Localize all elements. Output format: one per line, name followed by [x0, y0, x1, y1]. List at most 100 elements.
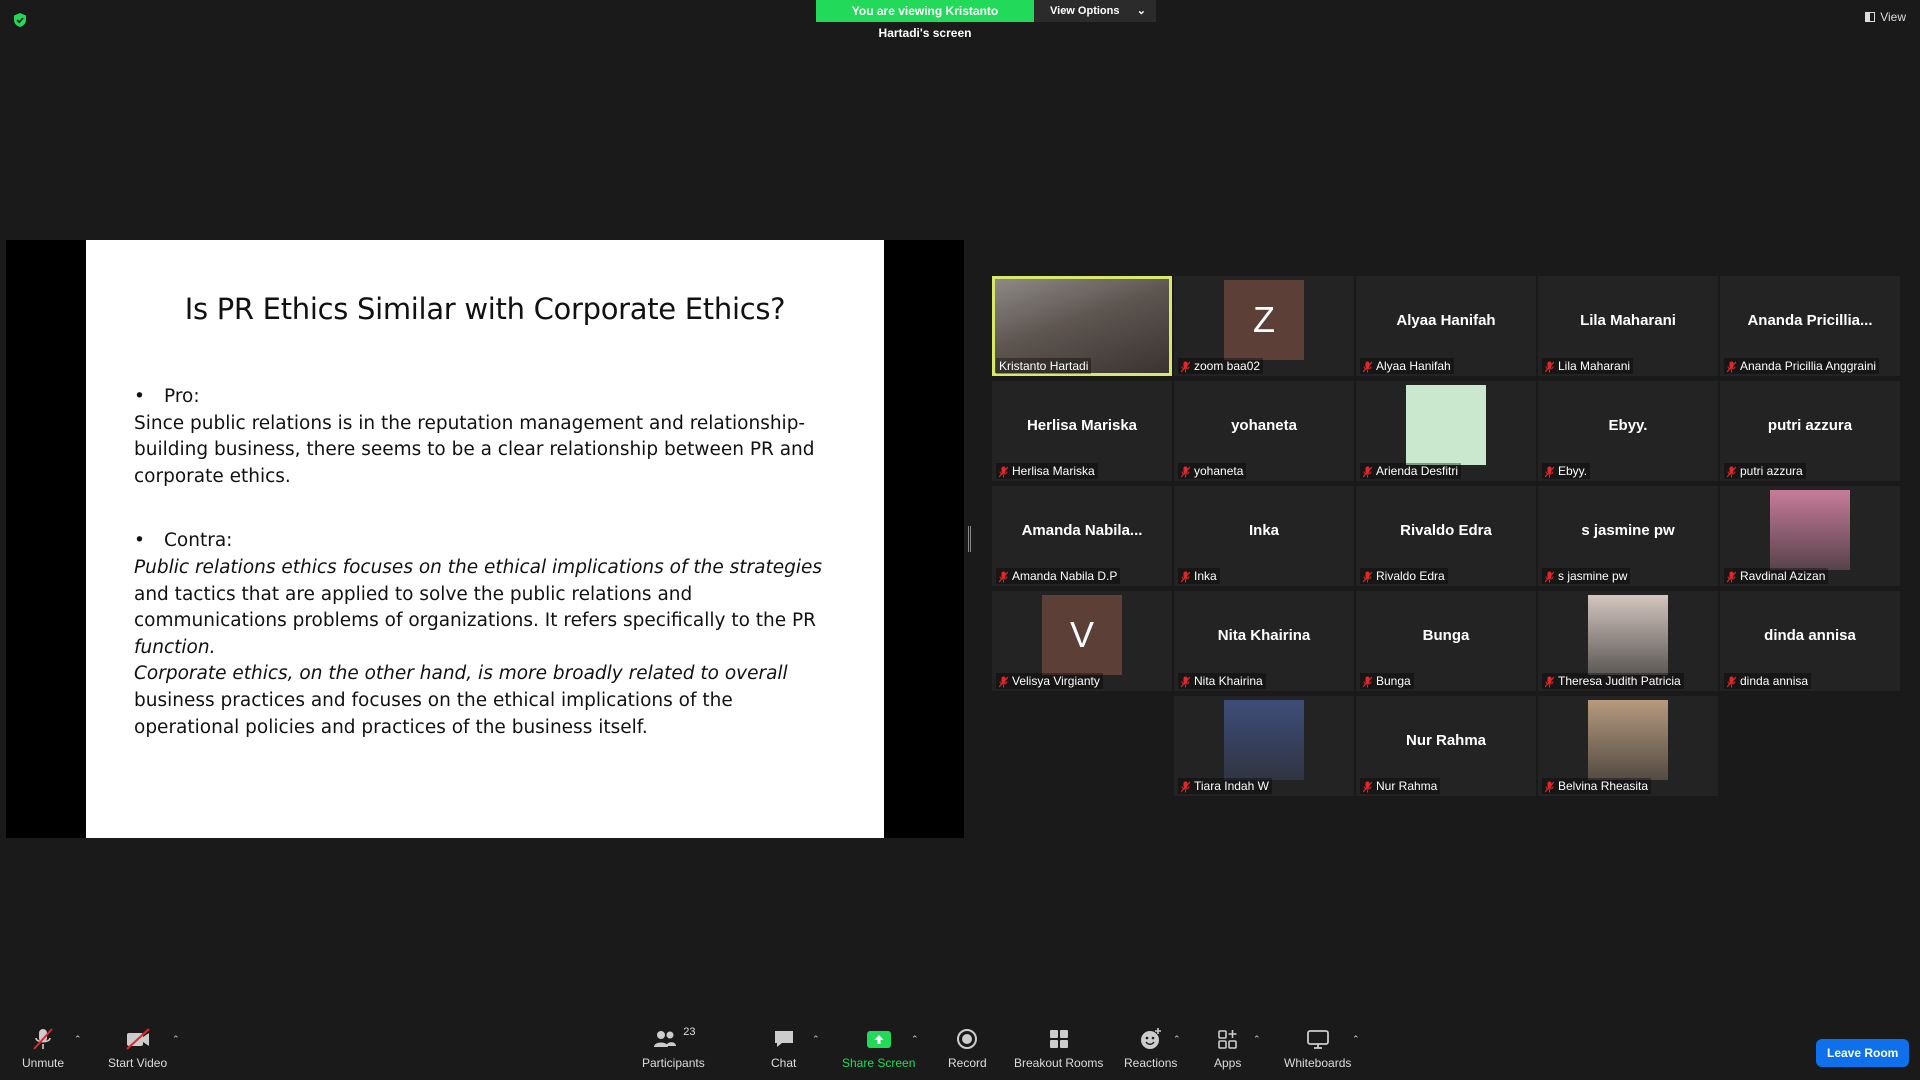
participant-tile[interactable]: Arienda Desfitri: [1356, 381, 1536, 481]
participant-tile[interactable]: Ebyy. Ebyy.: [1538, 381, 1718, 481]
participant-display-name: Rivaldo Edra: [1400, 521, 1492, 539]
whiteboards-button[interactable]: Whiteboards: [1284, 1026, 1351, 1070]
participant-tile[interactable]: Kristanto Hartadi: [992, 276, 1172, 376]
participant-display-name: putri azzura: [1767, 416, 1853, 434]
participant-name: Velisya Virgianty: [1012, 674, 1100, 688]
muted-mic-icon: [1544, 466, 1555, 477]
participant-name-label: Ravdinal Azizan: [1724, 568, 1829, 584]
apps-button[interactable]: Apps: [1214, 1026, 1241, 1070]
contra-text: Public relations ethics focuses on the e…: [134, 555, 834, 741]
view-label: View: [1880, 10, 1906, 24]
muted-mic-icon: [1544, 676, 1555, 687]
participant-tile[interactable]: Tiara Indah W: [1174, 696, 1354, 796]
participant-tile[interactable]: yohaneta yohaneta: [1174, 381, 1354, 481]
participant-name-label: Nita Khairina: [1178, 673, 1266, 689]
chat-bubble-icon: [772, 1026, 796, 1052]
participant-tile[interactable]: Nur Rahma Nur Rahma: [1356, 696, 1536, 796]
participant-name-label: Belvina Rheasita: [1542, 778, 1652, 794]
viewing-screen-text: You are viewing Kristanto Hartadi's scre…: [816, 0, 1034, 40]
security-shield-icon[interactable]: [12, 12, 28, 28]
participant-name-label: Ananda Pricillia Anggraini: [1724, 358, 1880, 374]
participant-tile[interactable]: Alyaa Hanifah Alyaa Hanifah: [1356, 276, 1536, 376]
participant-name: Arienda Desfitri: [1376, 464, 1459, 478]
participant-tile[interactable]: s jasmine pw s jasmine pw: [1538, 486, 1718, 586]
participant-name: s jasmine pw: [1558, 569, 1628, 583]
participant-display-name: Lila Maharani: [1580, 311, 1676, 329]
pro-heading: Pro:: [164, 386, 200, 407]
participant-name: Herlisa Mariska: [1012, 464, 1095, 478]
participant-name: Alyaa Hanifah: [1376, 359, 1451, 373]
leave-room-button[interactable]: Leave Room: [1816, 1039, 1910, 1067]
participant-tile[interactable]: Ananda Pricillia... Ananda Pricillia Angg…: [1720, 276, 1900, 376]
participant-name-label: Lila Maharani: [1542, 358, 1634, 374]
reactions-smiley-icon: [1138, 1026, 1164, 1052]
participant-tile[interactable]: Ravdinal Azizan: [1720, 486, 1900, 586]
unmute-button[interactable]: Unmute: [22, 1026, 64, 1070]
participant-tile[interactable]: Zzoom baa02: [1174, 276, 1354, 376]
start-video-button[interactable]: Start Video: [108, 1026, 167, 1070]
whiteboards-options-caret-icon[interactable]: ⌃: [1352, 1034, 1360, 1045]
share-screen-button[interactable]: Share Screen: [842, 1026, 915, 1070]
slide-body: • Pro: Since public relations is in the …: [134, 384, 834, 741]
participant-photo: [1770, 490, 1850, 570]
participant-tile[interactable]: Theresa Judith Patricia: [1538, 591, 1718, 691]
record-button[interactable]: Record: [948, 1026, 987, 1070]
participant-display-name: Nita Khairina: [1217, 626, 1311, 644]
record-icon: [955, 1026, 979, 1052]
participant-name: yohaneta: [1194, 464, 1244, 478]
chat-button[interactable]: Chat: [771, 1026, 796, 1070]
start-video-label: Start Video: [108, 1056, 168, 1070]
breakout-rooms-button[interactable]: Breakout Rooms: [1014, 1026, 1103, 1070]
participant-name: Nur Rahma: [1376, 779, 1438, 793]
contra-italic-2: function.: [134, 636, 216, 658]
participant-tile[interactable]: putri azzura putri azzura: [1720, 381, 1900, 481]
participant-tile[interactable]: Inka Inka: [1174, 486, 1354, 586]
whiteboards-label: Whiteboards: [1284, 1056, 1352, 1070]
muted-mic-icon: [1180, 781, 1191, 792]
participant-tile[interactable]: Bunga Bunga: [1356, 591, 1536, 691]
breakout-rooms-icon: [1047, 1026, 1071, 1052]
meeting-toolbar: Unmute ⌃ Start Video ⌃ 23 Participants C…: [0, 1016, 1920, 1080]
participant-tile[interactable]: Belvina Rheasita: [1538, 696, 1718, 796]
participant-name: Tiara Indah W: [1194, 779, 1269, 793]
audio-options-caret-icon[interactable]: ⌃: [74, 1034, 82, 1045]
breakout-rooms-label: Breakout Rooms: [1014, 1056, 1104, 1070]
participant-display-name: Herlisa Mariska: [1026, 416, 1138, 434]
resize-splitter-handle[interactable]: [968, 526, 971, 552]
participants-button[interactable]: 23 Participants: [642, 1026, 705, 1070]
reactions-button[interactable]: Reactions: [1124, 1026, 1177, 1070]
participant-tile[interactable]: Lila Maharani Lila Maharani: [1538, 276, 1718, 376]
slide-title: Is PR Ethics Similar with Corporate Ethi…: [184, 292, 786, 326]
participant-name-label: Amanda Nabila D.P: [996, 568, 1121, 584]
muted-mic-icon: [998, 571, 1009, 582]
chat-options-caret-icon[interactable]: ⌃: [812, 1034, 820, 1045]
muted-mic-icon: [1180, 361, 1191, 372]
participant-tile[interactable]: Amanda Nabila... Amanda Nabila D.P: [992, 486, 1172, 586]
participant-tile[interactable]: Rivaldo Edra Rivaldo Edra: [1356, 486, 1536, 586]
participant-name: Amanda Nabila D.P: [1012, 569, 1118, 583]
contra-heading: Contra:: [164, 530, 233, 552]
video-options-caret-icon[interactable]: ⌃: [172, 1034, 180, 1045]
participant-tile[interactable]: Herlisa Mariska Herlisa Mariska: [992, 381, 1172, 481]
participant-tile[interactable]: Nita Khairina Nita Khairina: [1174, 591, 1354, 691]
participant-display-name: dinda annisa: [1764, 626, 1856, 644]
participant-display-name: s jasmine pw: [1581, 521, 1675, 539]
participant-name: Kristanto Hartadi: [999, 359, 1089, 373]
reactions-options-caret-icon[interactable]: ⌃: [1173, 1034, 1181, 1045]
view-options-button[interactable]: View Options ⌄: [1034, 0, 1156, 22]
screen-share-banner: You are viewing Kristanto Hartadi's scre…: [816, 0, 1156, 40]
participant-avatar: V: [1042, 595, 1122, 675]
participant-name-label: zoom baa02: [1178, 358, 1264, 374]
record-label: Record: [948, 1056, 987, 1070]
share-screen-icon: [866, 1026, 892, 1052]
apps-options-caret-icon[interactable]: ⌃: [1253, 1034, 1261, 1045]
reactions-label: Reactions: [1124, 1056, 1178, 1070]
participant-name-label: Kristanto Hartadi: [996, 358, 1092, 374]
share-options-caret-icon[interactable]: ⌃: [911, 1034, 919, 1045]
shared-screen[interactable]: Is PR Ethics Similar with Corporate Ethi…: [6, 240, 964, 838]
participant-tile[interactable]: V Velisya Virgianty: [992, 591, 1172, 691]
participant-tile[interactable]: dinda annisa dinda annisa: [1720, 591, 1900, 691]
muted-mic-icon: [998, 676, 1009, 687]
view-button[interactable]: View: [1865, 10, 1906, 24]
participant-display-name: Ananda Pricillia...: [1747, 311, 1873, 329]
